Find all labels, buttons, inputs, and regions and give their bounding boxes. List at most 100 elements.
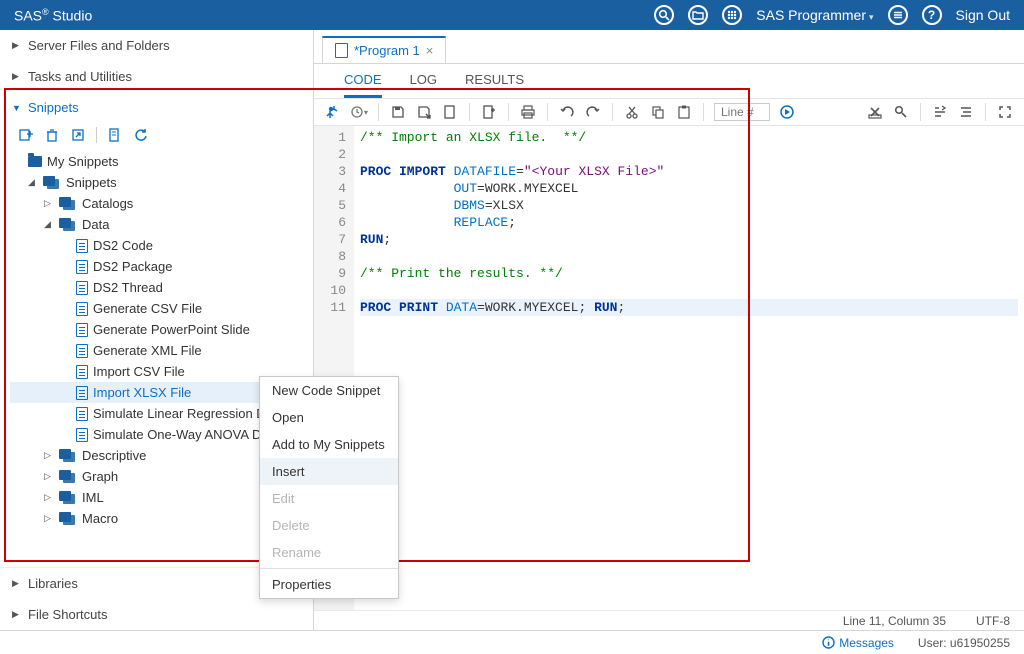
open-external-icon[interactable] [70,127,86,143]
paste-icon[interactable] [675,103,693,121]
add-shortcut-icon[interactable] [18,127,34,143]
menu-item-delete: Delete [260,512,398,539]
search-icon[interactable] [654,5,674,25]
cut-icon[interactable] [623,103,641,121]
role-menu[interactable]: SAS Programmer [756,7,873,23]
editor-toolbar: ▾ [314,98,1024,126]
file-icon [76,323,88,337]
stack-icon [59,470,77,484]
snippets-toolbar [0,123,313,151]
panel-snippets[interactable]: ▼Snippets [0,92,313,123]
apps-grid-icon[interactable] [722,5,742,25]
panel-tasks-label: Tasks and Utilities [28,69,132,84]
subtab-code[interactable]: CODE [344,72,382,98]
toggle-comment-icon[interactable] [957,103,975,121]
edit-snippet-icon[interactable] [107,127,123,143]
undo-icon[interactable] [558,103,576,121]
tree-data-item[interactable]: DS2 Package [10,256,313,277]
new-program-icon[interactable] [441,103,459,121]
goto-line-input[interactable] [714,103,770,121]
messages-link[interactable]: Messages [822,636,894,650]
tree-data[interactable]: ◢Data [10,214,313,235]
redo-icon[interactable] [584,103,602,121]
file-icon [76,386,88,400]
menu-item-add-to-my-snippets[interactable]: Add to My Snippets [260,431,398,458]
app-title: SAS® Studio [14,7,92,24]
file-icon [76,260,88,274]
sign-out-link[interactable]: Sign Out [956,7,1010,23]
panel-shortcuts-label: File Shortcuts [28,607,107,622]
find-icon[interactable] [892,103,910,121]
format-code-icon[interactable] [931,103,949,121]
context-menu: New Code SnippetOpenAdd to My SnippetsIn… [259,376,399,599]
stack-icon [59,491,77,505]
code-content[interactable]: /** Import an XLSX file. **/ PROC IMPORT… [354,126,1024,610]
menu-item-rename: Rename [260,539,398,566]
panel-snippets-label: Snippets [28,100,79,115]
user-label: User: u61950255 [918,636,1010,650]
menu-item-new-code-snippet[interactable]: New Code Snippet [260,377,398,404]
tree-my-snippets[interactable]: My Snippets [10,151,313,172]
code-editor[interactable]: 1234567891011 /** Import an XLSX file. *… [314,126,1024,610]
panel-files-label: Server Files and Folders [28,38,170,53]
file-icon [335,43,348,58]
file-icon [76,407,88,421]
menu-item-edit: Edit [260,485,398,512]
subtab-log[interactable]: LOG [410,72,437,98]
file-icon [76,344,88,358]
refresh-icon[interactable] [133,127,149,143]
content-area: *Program 1 × CODE LOG RESULTS ▾ [314,30,1024,630]
goto-line-go-icon[interactable] [778,103,796,121]
tab-strip: *Program 1 × [314,30,1024,64]
maximize-icon[interactable] [996,103,1014,121]
stack-icon [59,512,77,526]
clear-icon[interactable] [866,103,884,121]
encoding: UTF-8 [976,614,1010,628]
more-menu-icon[interactable] [888,5,908,25]
stack-icon [43,176,61,190]
tab-label: *Program 1 [354,43,420,58]
run-icon[interactable] [324,103,342,121]
panel-shortcuts[interactable]: ▶File Shortcuts [0,599,313,630]
open-folder-icon[interactable] [688,5,708,25]
app-status-bar: Messages User: u61950255 [0,630,1024,654]
tree-data-item[interactable]: DS2 Code [10,235,313,256]
toolbar-divider [96,127,97,143]
add-to-snippets-icon[interactable] [480,103,498,121]
tree-data-item[interactable]: Generate PowerPoint Slide [10,319,313,340]
menu-separator [260,568,398,569]
stack-icon [59,218,77,232]
tree-catalogs[interactable]: ▷Catalogs [10,193,313,214]
save-as-icon[interactable] [415,103,433,121]
panel-tasks[interactable]: ▶Tasks and Utilities [0,61,313,92]
menu-item-open[interactable]: Open [260,404,398,431]
help-icon[interactable]: ? [922,5,942,25]
tree-snippets-root[interactable]: ◢Snippets [10,172,313,193]
file-icon [76,302,88,316]
stack-icon [59,197,77,211]
menu-item-properties[interactable]: Properties [260,571,398,598]
tree-data-item[interactable]: Generate XML File [10,340,313,361]
print-icon[interactable] [519,103,537,121]
copy-icon[interactable] [649,103,667,121]
panel-libraries-label: Libraries [28,576,78,591]
tree-data-item[interactable]: Generate CSV File [10,298,313,319]
tree-data-item[interactable]: DS2 Thread [10,277,313,298]
subtab-strip: CODE LOG RESULTS [314,64,1024,98]
history-icon[interactable]: ▾ [350,103,368,121]
save-icon[interactable] [389,103,407,121]
file-icon [76,281,88,295]
subtab-results[interactable]: RESULTS [465,72,524,98]
folder-icon [28,156,42,167]
stack-icon [59,449,77,463]
cursor-position: Line 11, Column 35 [843,614,946,628]
editor-status: Line 11, Column 35 UTF-8 [314,610,1024,630]
file-icon [76,239,88,253]
close-icon[interactable]: × [426,43,434,58]
file-icon [76,428,88,442]
title-bar: SAS® Studio SAS Programmer ? Sign Out [0,0,1024,30]
tab-program1[interactable]: *Program 1 × [322,36,446,63]
panel-files[interactable]: ▶Server Files and Folders [0,30,313,61]
delete-icon[interactable] [44,127,60,143]
menu-item-insert[interactable]: Insert [260,458,398,485]
